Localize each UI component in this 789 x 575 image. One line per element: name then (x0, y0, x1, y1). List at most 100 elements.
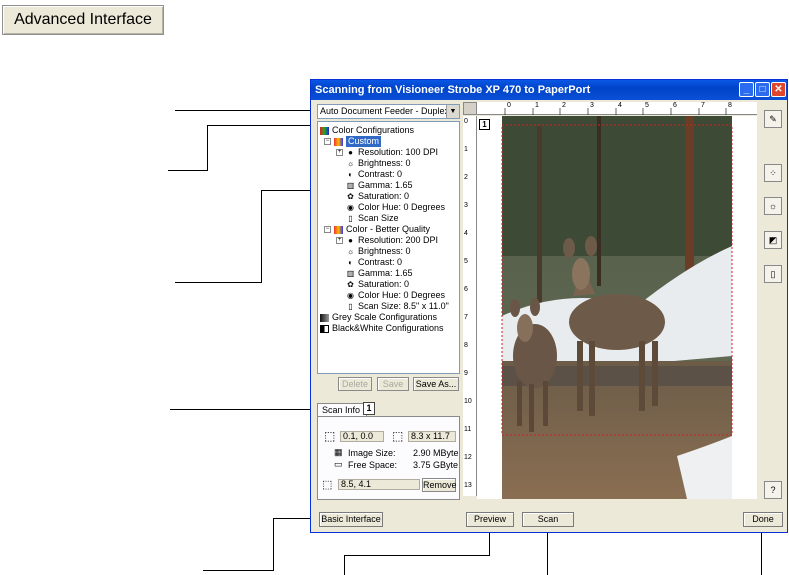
configuration-tree[interactable]: Color Configurations − Custom + ● Resolu… (317, 121, 460, 374)
ruler-corner (463, 102, 477, 115)
ruler-v-label: 3 (464, 202, 468, 209)
tab-scan-info[interactable]: Scan Info (317, 403, 367, 417)
ruler-v-label: 1 (464, 146, 468, 153)
tree-item-setting[interactable]: ▥ Gamma: 1.65 (346, 180, 413, 191)
ruler-v-label: 7 (464, 314, 468, 321)
image-size-icon: ▦ (334, 447, 343, 457)
scan-mode-icon[interactable]: ⁘ (764, 164, 782, 182)
callout-line-scan (547, 528, 548, 575)
scan-info-panel: ⬚ 0.1, 0.0 ⬚ 8.3 x 11.7 ▦ Image Size: 2.… (317, 416, 460, 500)
gamma-icon: ▥ (346, 268, 355, 278)
source-select-value: Auto Document Feeder - Duplex (320, 106, 450, 116)
scan-button[interactable]: Scan (522, 512, 574, 527)
color-config-icon (334, 137, 343, 146)
help-icon[interactable]: ? (764, 481, 782, 499)
free-space-label: Free Space: (348, 460, 398, 470)
preview-button[interactable]: Preview (466, 512, 514, 527)
horizontal-ruler: 0 1 2 3 4 5 6 7 8 (477, 102, 757, 115)
delete-button[interactable]: Delete (338, 377, 372, 391)
collapse-icon[interactable]: − (324, 138, 331, 145)
callout-line-tree-h (168, 170, 208, 171)
tree-item-setting[interactable]: ◐ Contrast: 0 (346, 169, 402, 180)
ruler-v-label: 8 (464, 342, 468, 349)
ruler-h-label: 5 (645, 102, 649, 109)
tree-item-setting[interactable]: ▯ Scan Size: 8.5" x 11.0" (346, 301, 448, 312)
advanced-interface-button[interactable]: Advanced Interface (2, 5, 164, 35)
tree-item-setting[interactable]: + ● Resolution: 200 DPI (336, 235, 438, 246)
tree-item-color-configurations[interactable]: Color Configurations (320, 125, 414, 136)
callout-line-basic-v (273, 518, 274, 571)
ruler-v-label: 10 (464, 398, 472, 405)
source-select[interactable]: Auto Document Feeder - Duplex ▼ (317, 104, 460, 119)
callout-line-basic-h (203, 570, 273, 571)
tree-item-setting[interactable]: ✿ Saturation: 0 (346, 191, 409, 202)
resolution-icon: ● (348, 147, 353, 157)
scan-size-icon: ▯ (348, 301, 353, 311)
gamma-icon: ▥ (346, 180, 355, 190)
color-hue-icon: ◉ (347, 290, 354, 300)
callout-line-scaninfo (170, 409, 320, 410)
tree-item-setting[interactable]: ☼ Brightness: 0 (346, 158, 411, 169)
brightness-icon: ☼ (346, 158, 355, 168)
expand-icon[interactable]: + (336, 149, 343, 156)
saturation-icon: ✿ (347, 279, 354, 289)
tree-item-setting[interactable]: + ● Resolution: 100 DPI (336, 147, 438, 158)
ruler-h-label: 8 (728, 102, 732, 109)
minimize-button[interactable]: _ (739, 82, 754, 97)
window-title: Scanning from Visioneer Strobe XP 470 to… (315, 84, 591, 96)
image-adjust-icon[interactable]: ◩ (764, 231, 782, 249)
tree-item-grey-scale[interactable]: Grey Scale Configurations (320, 312, 437, 323)
maximize-button[interactable]: □ (755, 82, 770, 97)
edit-configuration-icon[interactable]: ✎ (764, 110, 782, 128)
image-size-label: Image Size: (348, 448, 396, 458)
basic-interface-button[interactable]: Basic Interface (319, 512, 383, 527)
tree-item-setting[interactable]: ◐ Contrast: 0 (346, 257, 402, 268)
callout-line-tree-v (207, 125, 208, 171)
ruler-v-label: 11 (464, 426, 472, 433)
chevron-down-icon[interactable]: ▼ (446, 105, 459, 118)
page-marker: 1 (479, 119, 490, 130)
ruler-h-label: 0 (507, 102, 511, 109)
tree-item-setting[interactable]: ☼ Brightness: 0 (346, 246, 411, 257)
tree-item-color-better-quality[interactable]: − Color - Better Quality (324, 224, 430, 235)
bw-swatch-icon (320, 324, 329, 333)
callout-line-preview-h (344, 555, 489, 556)
deer-photo (501, 116, 733, 499)
free-space-value: 3.75 GByte (413, 460, 459, 470)
ruler-v-label: 12 (464, 454, 472, 461)
disk-icon: ▭ (334, 459, 343, 469)
brightness-contrast-icon[interactable]: ☼ (764, 197, 782, 215)
preview-area[interactable]: 1 (477, 116, 757, 499)
save-as-button[interactable]: Save As... (413, 377, 459, 391)
scan-size-icon: ▯ (348, 213, 353, 223)
expand-icon[interactable]: + (336, 237, 343, 244)
contrast-icon: ◐ (348, 257, 353, 267)
tree-item-setting[interactable]: ◉ Color Hue: 0 Degrees (346, 202, 445, 213)
callout-line-preview-v1 (344, 555, 345, 575)
callout-line-source (175, 110, 315, 111)
page-size-icon[interactable]: ▯ (764, 265, 782, 283)
save-button[interactable]: Save (377, 377, 409, 391)
ruler-h-label: 1 (535, 102, 539, 109)
origin-icon: ⬚ (324, 429, 336, 443)
color-hue-icon: ◉ (347, 202, 354, 212)
scan-area-number[interactable]: 1 (363, 402, 375, 415)
collapse-icon[interactable]: − (324, 226, 331, 233)
ruler-h-label: 3 (590, 102, 594, 109)
close-button[interactable]: ✕ (771, 82, 786, 97)
size-icon: ⬚ (392, 429, 404, 443)
scan-window: Scanning from Visioneer Strobe XP 470 to… (310, 79, 788, 533)
ruler-v-label: 6 (464, 286, 468, 293)
ruler-v-label: 9 (464, 370, 468, 377)
tree-item-custom[interactable]: − Custom (324, 136, 382, 147)
callout-line-basic-top (273, 518, 313, 519)
remove-button[interactable]: Remove (422, 478, 457, 492)
done-button[interactable]: Done (743, 512, 783, 527)
tree-item-setting[interactable]: ◉ Color Hue: 0 Degrees (346, 290, 445, 301)
callout-line-tree-top (207, 125, 327, 126)
tree-item-setting[interactable]: ▯ Scan Size (346, 213, 398, 224)
ruler-v-label: 2 (464, 174, 468, 181)
tree-item-setting[interactable]: ✿ Saturation: 0 (346, 279, 409, 290)
tree-item-black-white[interactable]: Black&White Configurations (320, 323, 444, 334)
tree-item-setting[interactable]: ▥ Gamma: 1.65 (346, 268, 413, 279)
